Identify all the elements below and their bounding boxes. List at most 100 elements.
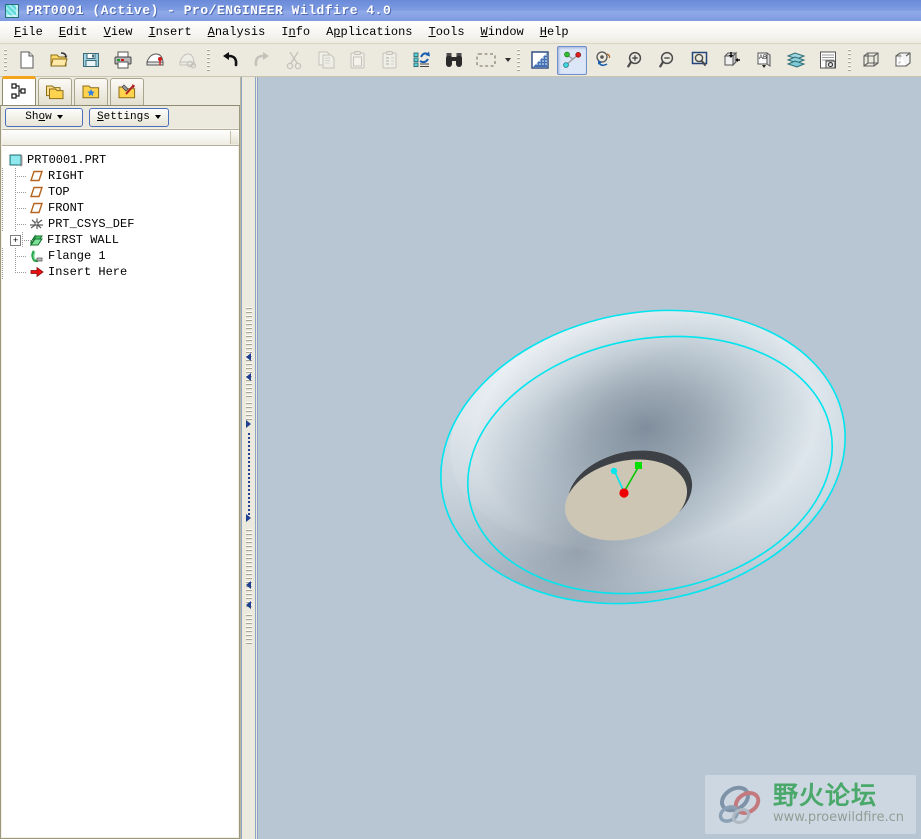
new-button[interactable] <box>12 46 42 75</box>
connections-tab[interactable] <box>110 78 144 105</box>
toolbar-grip[interactable] <box>517 49 520 71</box>
selection-filter-dropdown[interactable] <box>502 47 513 74</box>
sash-expand-arrow[interactable] <box>244 513 254 522</box>
menu-window[interactable]: Window <box>473 23 532 41</box>
hidden-line-button[interactable] <box>888 46 918 75</box>
menu-tools[interactable]: Tools <box>421 23 473 41</box>
tree-item-icon <box>29 169 45 184</box>
open-button[interactable] <box>44 46 74 75</box>
model-tree-tab[interactable] <box>2 76 36 105</box>
tree-item-flange-1[interactable]: Flange 1 <box>2 248 238 264</box>
undo-button[interactable] <box>215 46 245 75</box>
datum-display-button[interactable] <box>557 45 587 75</box>
paste-button[interactable] <box>343 46 373 75</box>
sash-collapse-arrow[interactable] <box>244 580 254 589</box>
menu-insert[interactable]: Insert <box>140 23 199 41</box>
reorient-button[interactable] <box>717 46 747 75</box>
menu-applications[interactable]: Applications <box>318 23 420 41</box>
wireframe-button[interactable] <box>856 46 886 75</box>
flange-icon <box>31 250 43 263</box>
annotation-button[interactable]: AB <box>749 46 779 75</box>
datum-plane-icon <box>30 170 43 182</box>
tree-item-first-wall[interactable]: + FIRST WALL <box>2 232 238 248</box>
tree-item-front[interactable]: FRONT <box>2 200 238 216</box>
settings-button[interactable]: Settings <box>89 107 169 127</box>
tree-indent <box>2 184 15 200</box>
redo-button[interactable] <box>247 46 277 75</box>
tree-connector <box>15 184 29 200</box>
navigator-graphics-splitter[interactable] <box>240 77 258 839</box>
toolbar-grip[interactable] <box>207 49 210 71</box>
toolbar-grip[interactable] <box>4 49 7 71</box>
toolbar-grip[interactable] <box>848 49 851 71</box>
title-bar: PRT0001 (Active) - Pro/ENGINEER Wildfire… <box>0 0 921 21</box>
tree-item-icon <box>29 249 45 264</box>
tree-item-insert-here[interactable]: Insert Here <box>2 264 238 280</box>
sash-collapse-arrow[interactable] <box>244 372 254 381</box>
model-tree-column-header[interactable] <box>2 129 239 146</box>
zoom-out-button[interactable] <box>653 46 683 75</box>
tree-item-top[interactable]: TOP <box>2 184 238 200</box>
refit-button[interactable] <box>685 46 715 75</box>
tree-item-icon <box>8 153 24 168</box>
cut-button[interactable] <box>279 46 309 75</box>
chevron-down-icon <box>154 115 161 119</box>
tree-connector <box>15 264 29 280</box>
watermark-logo-icon <box>718 785 761 824</box>
tree-indent <box>2 264 15 280</box>
tree-item-label: TOP <box>48 185 70 199</box>
sheet-metal-funnel[interactable] <box>428 277 858 657</box>
menu-help[interactable]: Help <box>532 23 577 41</box>
save-button[interactable] <box>76 46 106 75</box>
pro-engineer-window: PRT0001 (Active) - Pro/ENGINEER Wildfire… <box>0 0 921 839</box>
send-link-button[interactable] <box>172 46 202 75</box>
menu-file[interactable]: File <box>6 23 51 41</box>
sash-collapse-arrow[interactable] <box>244 352 254 361</box>
tree-item-label: Flange 1 <box>48 249 106 263</box>
find-button[interactable] <box>439 46 469 75</box>
view-manager-button[interactable] <box>813 46 843 75</box>
tree-indent <box>2 168 15 184</box>
column-resize-grip[interactable] <box>230 131 238 144</box>
svg-text:AB: AB <box>759 55 767 61</box>
graphics-window[interactable]: 野火论坛 www.proewildfire.cn <box>258 77 921 839</box>
model-tree[interactable]: PRT0001.PRT RIGHT TOP FRONT PRT_CSYS_DEF + FIR… <box>2 146 238 837</box>
tree-indent <box>2 200 15 216</box>
menu-analysis[interactable]: Analysis <box>200 23 274 41</box>
folder-browser-tab[interactable] <box>38 78 72 105</box>
menu-bar: File Edit View Insert Analysis Info Applicatio… <box>0 21 921 44</box>
tree-item-label: Insert Here <box>48 265 128 279</box>
tree-expander[interactable]: + <box>10 234 21 246</box>
favorites-tab[interactable] <box>74 78 108 105</box>
menu-view[interactable]: View <box>96 23 141 41</box>
sash-expand-arrow[interactable] <box>244 419 254 428</box>
repaint-button[interactable] <box>525 46 555 75</box>
menu-info[interactable]: Info <box>273 23 318 41</box>
copy-button[interactable] <box>311 46 341 75</box>
tree-item-label: PRT_CSYS_DEF <box>48 217 135 231</box>
spin-center-button[interactable] <box>589 46 619 75</box>
regenerate-button[interactable] <box>407 46 437 75</box>
send-mail-button[interactable] <box>140 46 170 75</box>
tree-item-right[interactable]: RIGHT <box>2 168 238 184</box>
tree-item-label: RIGHT <box>48 169 85 183</box>
model-tree-panel: Show Settings PRT0001.PRT RIGHT TOP FRONT PR… <box>0 105 240 839</box>
watermark-url: www.proewildfire.cn <box>773 809 904 825</box>
model-tree-button-row: Show Settings <box>1 106 239 128</box>
zoom-in-button[interactable] <box>621 46 651 75</box>
sash-collapse-arrow[interactable] <box>244 600 254 609</box>
show-button[interactable]: Show <box>5 107 83 127</box>
tree-item-prt-csys-def[interactable]: PRT_CSYS_DEF <box>2 216 238 232</box>
tree-connector <box>15 200 29 216</box>
paste-special-button[interactable] <box>375 46 405 75</box>
main-toolbar: AB <box>0 44 921 77</box>
tree-item-label: FRONT <box>48 201 85 215</box>
tree-item-prt0001-prt[interactable]: PRT0001.PRT <box>2 152 238 168</box>
layers-button[interactable] <box>781 46 811 75</box>
menu-edit[interactable]: Edit <box>51 23 96 41</box>
print-button[interactable] <box>108 46 138 75</box>
folders-icon <box>46 85 64 100</box>
tree-connector <box>15 248 29 264</box>
selection-filter-button[interactable] <box>471 46 501 75</box>
